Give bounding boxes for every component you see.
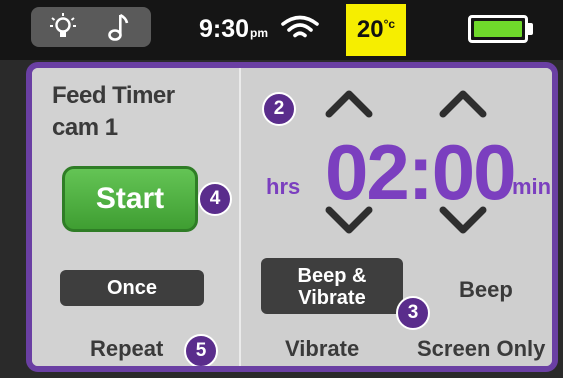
clock-time: 9:30 xyxy=(199,15,250,43)
hours-down-arrow-icon[interactable] xyxy=(324,206,374,236)
minutes-up-arrow-icon[interactable] xyxy=(438,88,488,118)
temperature-value: 20 xyxy=(356,16,384,43)
repeat-button[interactable]: Repeat xyxy=(90,335,163,363)
minutes-unit-label: mins xyxy=(512,174,552,199)
device-screen: 9:30pm 20°c Feed Timer cam 1 Start 4 Onc… xyxy=(0,0,563,378)
timer-controls: Feed Timer cam 1 Start 4 Once Repeat 5 xyxy=(32,68,241,366)
temperature-unit: °c xyxy=(383,17,396,31)
callout-badge-repeat: 5 xyxy=(184,334,218,366)
time-and-alert-settings: 2 hrs 02:00 mins Beep & Vibrate 3 xyxy=(241,68,552,366)
hours-up-arrow-icon[interactable] xyxy=(324,88,374,118)
hours-unit-label: hrs xyxy=(266,174,301,199)
clock: 9:30pm xyxy=(199,14,268,48)
battery-icon xyxy=(468,15,528,43)
clock-suffix: pm xyxy=(250,26,269,40)
wifi-icon xyxy=(280,14,320,47)
status-bar: 9:30pm 20°c xyxy=(0,0,563,60)
timer-value[interactable]: 02:00 xyxy=(325,130,516,214)
lightbulb-icon[interactable] xyxy=(48,12,78,48)
vibrate-option[interactable]: Vibrate xyxy=(285,335,359,363)
start-button[interactable]: Start xyxy=(62,166,198,232)
temperature-readout: 20°c xyxy=(346,4,406,56)
music-note-icon[interactable] xyxy=(106,12,132,48)
screen-only-option[interactable]: Screen Only xyxy=(417,335,545,363)
timer-title-name: Feed Timer xyxy=(52,82,175,109)
once-button[interactable]: Once xyxy=(60,270,204,306)
beep-and-vibrate-line2: Vibrate xyxy=(298,287,366,309)
beep-and-vibrate-option[interactable]: Beep & Vibrate xyxy=(261,258,403,314)
timer-title-camera: cam 1 xyxy=(52,114,118,141)
callout-badge-start: 4 xyxy=(198,182,232,216)
battery-level xyxy=(474,21,522,37)
minutes-down-arrow-icon[interactable] xyxy=(438,206,488,236)
callout-badge-alert-mode: 3 xyxy=(396,296,430,330)
feed-timer-panel: Feed Timer cam 1 Start 4 Once Repeat 5 2… xyxy=(26,62,558,372)
beep-and-vibrate-line1: Beep & xyxy=(297,265,367,287)
beep-option[interactable]: Beep xyxy=(459,276,513,304)
callout-badge-time: 2 xyxy=(262,92,296,126)
timer-title: Feed Timer cam 1 xyxy=(52,80,175,144)
battery-tip xyxy=(528,23,533,35)
